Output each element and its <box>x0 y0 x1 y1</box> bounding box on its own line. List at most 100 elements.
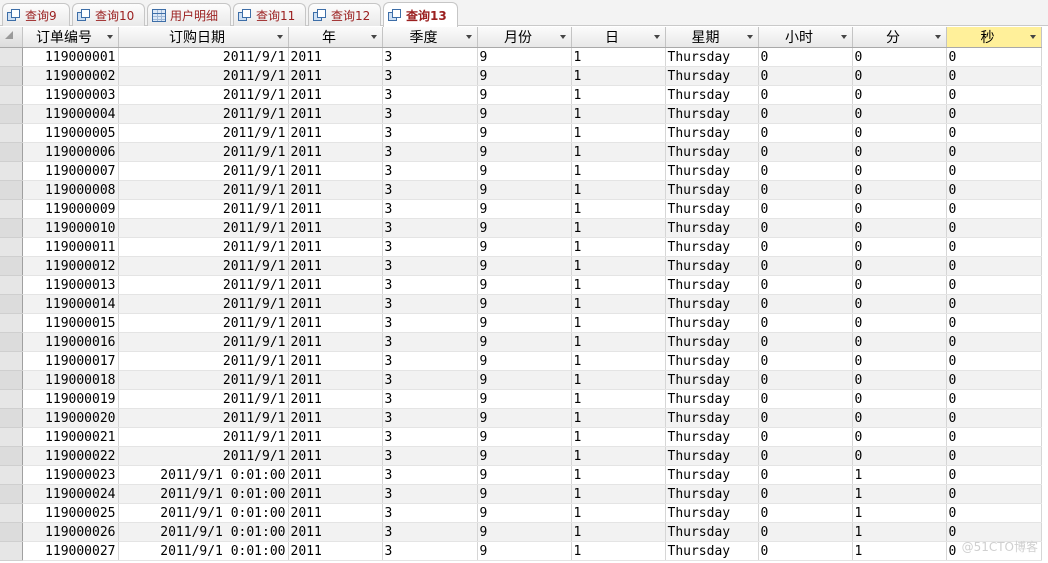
cell-hour[interactable]: 0 <box>758 541 853 561</box>
cell-month[interactable]: 9 <box>477 427 572 447</box>
cell-second[interactable]: 0 <box>946 427 1042 447</box>
cell-minute[interactable]: 0 <box>852 370 947 390</box>
cell-month[interactable]: 9 <box>477 180 572 200</box>
cell-minute[interactable]: 0 <box>852 389 947 409</box>
cell-quarter[interactable]: 3 <box>382 237 478 257</box>
cell-quarter[interactable]: 3 <box>382 351 478 371</box>
cell-year[interactable]: 2011 <box>288 66 383 86</box>
cell-year[interactable]: 2011 <box>288 541 383 561</box>
dropdown-arrow-icon[interactable] <box>934 35 941 39</box>
cell-minute[interactable]: 0 <box>852 47 947 67</box>
cell-day[interactable]: 1 <box>571 427 666 447</box>
cell-order-date[interactable]: 2011/9/1 <box>118 199 289 219</box>
cell-minute[interactable]: 0 <box>852 427 947 447</box>
cell-quarter[interactable]: 3 <box>382 541 478 561</box>
cell-minute[interactable]: 1 <box>852 522 947 542</box>
cell-order-id[interactable]: 119000012 <box>22 256 119 276</box>
cell-second[interactable]: 0 <box>946 218 1042 238</box>
column-header-order-date[interactable]: 订购日期 <box>118 27 289 48</box>
cell-hour[interactable]: 0 <box>758 142 853 162</box>
cell-second[interactable]: 0 <box>946 66 1042 86</box>
record-selector[interactable] <box>0 294 23 314</box>
record-selector[interactable] <box>0 484 23 504</box>
column-header-weekday[interactable]: 星期 <box>665 27 759 48</box>
cell-order-id[interactable]: 119000021 <box>22 427 119 447</box>
cell-quarter[interactable]: 3 <box>382 199 478 219</box>
cell-hour[interactable]: 0 <box>758 465 853 485</box>
table-row[interactable]: 119000007 2011/9/1 2011 3 9 1 Thursday 0 0 0 <box>0 161 1042 181</box>
cell-year[interactable]: 2011 <box>288 256 383 276</box>
cell-second[interactable]: 0 <box>946 332 1042 352</box>
cell-month[interactable]: 9 <box>477 313 572 333</box>
record-selector[interactable] <box>0 66 23 86</box>
cell-order-id[interactable]: 119000015 <box>22 313 119 333</box>
cell-minute[interactable]: 0 <box>852 142 947 162</box>
cell-order-id[interactable]: 119000014 <box>22 294 119 314</box>
record-selector[interactable] <box>0 104 23 124</box>
cell-quarter[interactable]: 3 <box>382 142 478 162</box>
cell-month[interactable]: 9 <box>477 66 572 86</box>
cell-day[interactable]: 1 <box>571 180 666 200</box>
cell-order-date[interactable]: 2011/9/1 <box>118 370 289 390</box>
cell-hour[interactable]: 0 <box>758 85 853 105</box>
cell-day[interactable]: 1 <box>571 47 666 67</box>
table-row[interactable]: 119000017 2011/9/1 2011 3 9 1 Thursday 0 0 0 <box>0 351 1042 371</box>
cell-weekday[interactable]: Thursday <box>665 218 759 238</box>
cell-year[interactable]: 2011 <box>288 104 383 124</box>
cell-year[interactable]: 2011 <box>288 294 383 314</box>
cell-minute[interactable]: 1 <box>852 465 947 485</box>
tab-user-detail[interactable]: 用户明细 <box>147 3 231 26</box>
cell-minute[interactable]: 0 <box>852 408 947 428</box>
cell-quarter[interactable]: 3 <box>382 218 478 238</box>
tab-query9[interactable]: 查询9 <box>2 3 70 26</box>
cell-year[interactable]: 2011 <box>288 351 383 371</box>
cell-weekday[interactable]: Thursday <box>665 503 759 523</box>
cell-minute[interactable]: 0 <box>852 313 947 333</box>
cell-second[interactable]: 0 <box>946 408 1042 428</box>
cell-order-date[interactable]: 2011/9/1 0:01:00 <box>118 484 289 504</box>
cell-weekday[interactable]: Thursday <box>665 408 759 428</box>
cell-quarter[interactable]: 3 <box>382 66 478 86</box>
column-header-second[interactable]: 秒 <box>946 27 1042 48</box>
cell-quarter[interactable]: 3 <box>382 256 478 276</box>
cell-order-date[interactable]: 2011/9/1 <box>118 256 289 276</box>
table-row[interactable]: 119000024 2011/9/1 0:01:00 2011 3 9 1 Thursday… <box>0 484 1042 504</box>
cell-hour[interactable]: 0 <box>758 427 853 447</box>
cell-quarter[interactable]: 3 <box>382 47 478 67</box>
cell-order-date[interactable]: 2011/9/1 <box>118 427 289 447</box>
cell-minute[interactable]: 1 <box>852 484 947 504</box>
tab-query13[interactable]: 查询13 <box>383 2 458 27</box>
table-row[interactable]: 119000014 2011/9/1 2011 3 9 1 Thursday 0 0 0 <box>0 294 1042 314</box>
cell-weekday[interactable]: Thursday <box>665 351 759 371</box>
cell-quarter[interactable]: 3 <box>382 104 478 124</box>
cell-quarter[interactable]: 3 <box>382 332 478 352</box>
record-selector[interactable] <box>0 237 23 257</box>
cell-order-date[interactable]: 2011/9/1 <box>118 142 289 162</box>
cell-order-date[interactable]: 2011/9/1 <box>118 237 289 257</box>
cell-year[interactable]: 2011 <box>288 408 383 428</box>
table-row[interactable]: 119000010 2011/9/1 2011 3 9 1 Thursday 0 0 0 <box>0 218 1042 238</box>
cell-hour[interactable]: 0 <box>758 484 853 504</box>
table-row[interactable]: 119000018 2011/9/1 2011 3 9 1 Thursday 0 0 0 <box>0 370 1042 390</box>
cell-hour[interactable]: 0 <box>758 294 853 314</box>
cell-quarter[interactable]: 3 <box>382 161 478 181</box>
cell-order-date[interactable]: 2011/9/1 0:01:00 <box>118 465 289 485</box>
cell-month[interactable]: 9 <box>477 275 572 295</box>
cell-quarter[interactable]: 3 <box>382 294 478 314</box>
cell-order-date[interactable]: 2011/9/1 <box>118 161 289 181</box>
cell-order-id[interactable]: 119000020 <box>22 408 119 428</box>
cell-hour[interactable]: 0 <box>758 503 853 523</box>
cell-minute[interactable]: 0 <box>852 104 947 124</box>
record-selector[interactable] <box>0 541 23 561</box>
cell-minute[interactable]: 0 <box>852 161 947 181</box>
cell-order-date[interactable]: 2011/9/1 <box>118 47 289 67</box>
cell-order-date[interactable]: 2011/9/1 <box>118 389 289 409</box>
cell-hour[interactable]: 0 <box>758 218 853 238</box>
cell-order-date[interactable]: 2011/9/1 <box>118 351 289 371</box>
cell-minute[interactable]: 0 <box>852 237 947 257</box>
cell-day[interactable]: 1 <box>571 237 666 257</box>
record-selector[interactable] <box>0 446 23 466</box>
column-header-order-id[interactable]: 订单编号 <box>22 27 119 48</box>
cell-year[interactable]: 2011 <box>288 332 383 352</box>
cell-year[interactable]: 2011 <box>288 446 383 466</box>
